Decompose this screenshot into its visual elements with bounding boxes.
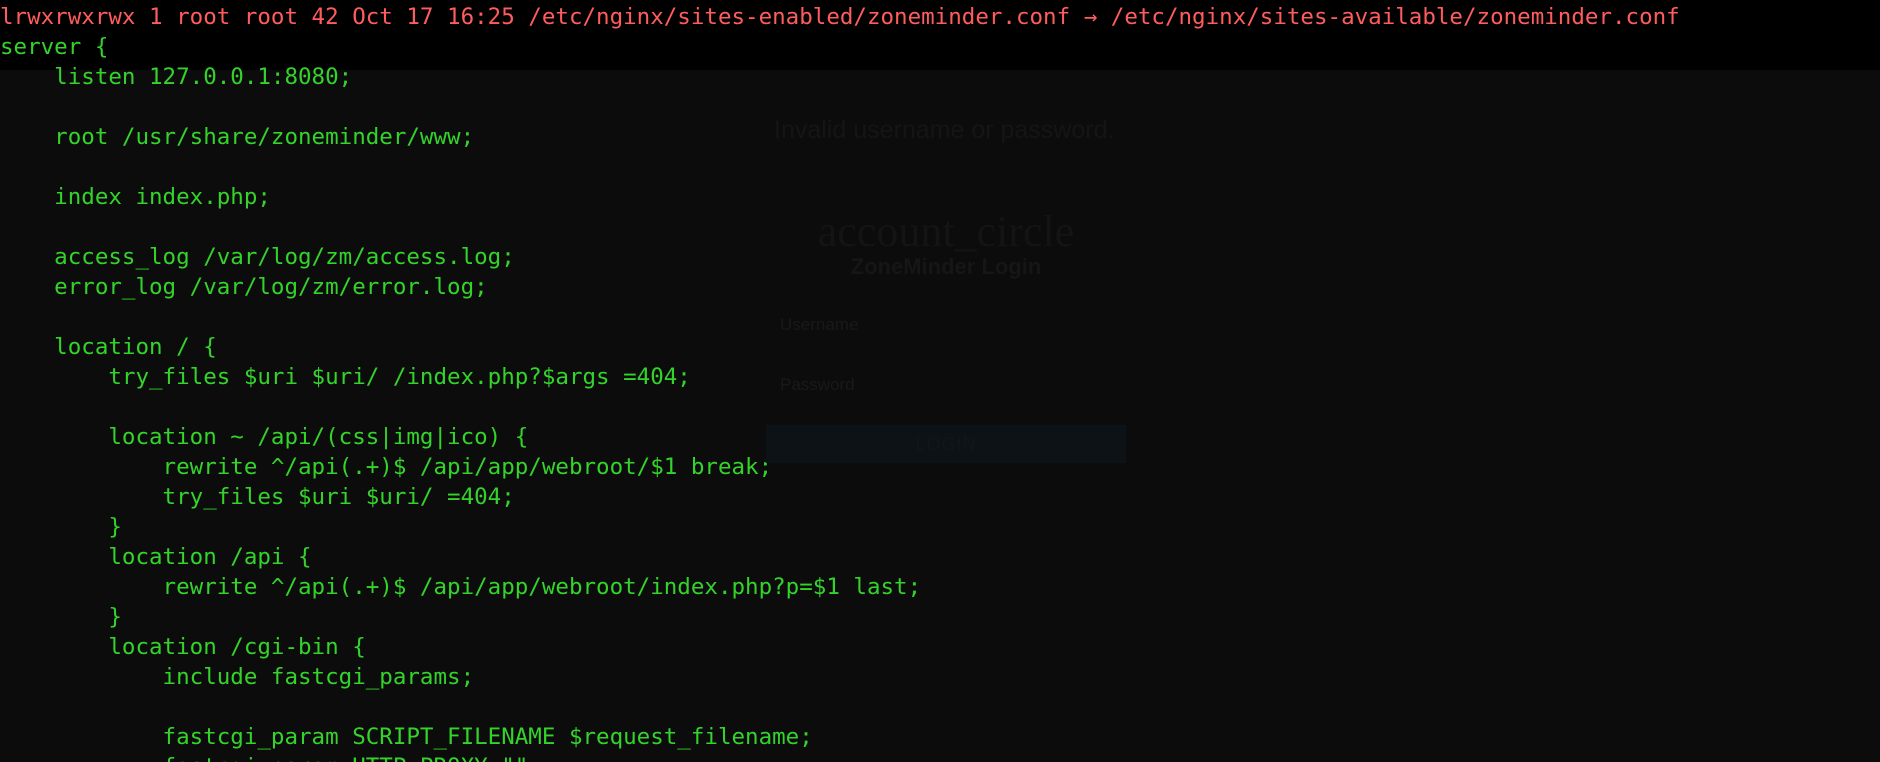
code-line: }: [0, 514, 122, 540]
code-line: fastcgi_param SCRIPT_FILENAME $request_f…: [0, 724, 813, 750]
login-panel-ghost: Invalid username or password. account_ci…: [766, 104, 1126, 464]
login-button[interactable]: LOGIN: [766, 425, 1126, 463]
code-line: include fastcgi_params;: [0, 664, 475, 690]
login-title: ZoneMinder Login: [850, 254, 1042, 279]
account-circle-icon: account_circle: [817, 207, 1075, 256]
code-line: try_files $uri $uri/ =404;: [0, 484, 515, 510]
code-line: listen 127.0.0.1:8080;: [0, 64, 353, 90]
code-line: }: [0, 604, 122, 630]
code-line: fastcgi_param HTTP_PROXY "";: [0, 752, 1680, 762]
code-line: location /api {: [0, 544, 312, 570]
symlink-listing-line: lrwxrwxrwx 1 root root 42 Oct 17 16:25 /…: [0, 4, 1680, 30]
login-error-message: Invalid username or password.: [774, 116, 1115, 144]
username-input[interactable]: [766, 306, 1126, 344]
code-line: location /cgi-bin {: [0, 634, 366, 660]
terminal-window: lrwxrwxrwx 1 root root 42 Oct 17 16:25 /…: [0, 0, 1880, 762]
password-input[interactable]: [766, 366, 1126, 404]
code-line: server {: [0, 34, 109, 60]
code-line: rewrite ^/api(.+)$ /api/app/webroot/inde…: [0, 574, 922, 600]
